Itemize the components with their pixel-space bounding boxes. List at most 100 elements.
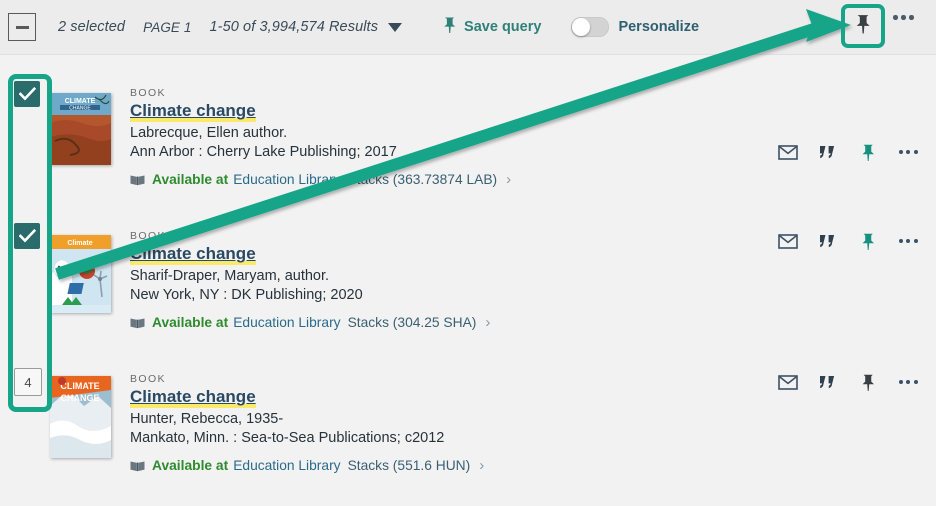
- page-label: PAGE 1: [143, 19, 192, 35]
- result-publication: Mankato, Minn. : Sea-to-Sea Publications…: [130, 430, 445, 446]
- result-info: BOOK Climate change Sharif-Draper, Marya…: [130, 230, 490, 331]
- result-publication: New York, NY : DK Publishing; 2020: [130, 287, 363, 303]
- email-button[interactable]: [768, 226, 808, 256]
- chevron-right-icon[interactable]: ›: [485, 314, 490, 331]
- svg-text:CLIMATE: CLIMATE: [60, 381, 99, 391]
- availability-status: Available at: [152, 172, 229, 187]
- citation-icon: [820, 234, 835, 247]
- chevron-down-icon[interactable]: [388, 22, 403, 32]
- result-author: Hunter, Rebecca, 1935-: [130, 411, 284, 427]
- pin-icon: [442, 16, 458, 39]
- citation-icon: [820, 145, 835, 158]
- shelf-location: Stacks (363.73874 LAB): [347, 172, 498, 187]
- save-query-button[interactable]: Save query: [442, 16, 541, 39]
- results-count-label: 1-50 of 3,994,574 Results: [209, 19, 379, 35]
- open-book-icon: [130, 460, 145, 472]
- result-author: Sharif-Draper, Maryam, author.: [130, 268, 330, 284]
- personalize-toggle[interactable]: Personalize: [571, 17, 699, 37]
- shelf-location: Stacks (304.25 SHA): [347, 315, 477, 330]
- shelf-location: Stacks (551.6 HUN): [347, 458, 471, 473]
- citation-button[interactable]: [808, 137, 848, 167]
- result-checkbox-wrapper: [14, 223, 44, 253]
- minus-square-icon[interactable]: [8, 13, 36, 41]
- checkmark-icon: [18, 229, 36, 243]
- ellipsis-icon: [898, 380, 918, 384]
- result-checkbox-unchecked[interactable]: 4: [14, 368, 42, 396]
- availability-status: Available at: [152, 458, 229, 473]
- result-publication: Ann Arbor : Cherry Lake Publishing; 2017: [130, 144, 397, 160]
- checkmark-icon: [18, 87, 36, 101]
- ellipsis-icon: [898, 150, 918, 154]
- book-cover-thumbnail[interactable]: CLIMATE CHANGE: [50, 376, 111, 458]
- result-checkbox-wrapper: [14, 81, 44, 111]
- email-icon: [778, 233, 798, 249]
- pin-icon: [862, 144, 874, 161]
- availability-status: Available at: [152, 315, 229, 330]
- result-info: BOOK Climate change Labrecque, Ellen aut…: [130, 87, 511, 188]
- result-type-label: BOOK: [130, 373, 166, 385]
- email-icon: [778, 374, 798, 390]
- result-checkbox-wrapper: 4: [14, 368, 44, 398]
- result-row: 4 CLIMATE CHANGE BOOK Climate change Hun…: [0, 341, 936, 506]
- pin-button[interactable]: [848, 367, 888, 397]
- minus-glyph: [15, 25, 29, 29]
- svg-text:CLIMATE: CLIMATE: [65, 98, 96, 105]
- result-row: CLIMATE CHANGE BOOK Climate change Labre…: [0, 55, 936, 201]
- availability-line: Available at Education Library Stacks (3…: [130, 314, 490, 331]
- chevron-right-icon[interactable]: ›: [479, 457, 484, 474]
- book-cover-thumbnail[interactable]: CLIMATE CHANGE: [50, 93, 111, 165]
- pin-button[interactable]: [848, 137, 888, 167]
- save-query-label: Save query: [464, 19, 542, 35]
- toggle-knob: [572, 18, 591, 36]
- selected-count-label: 2 selected: [58, 19, 126, 35]
- result-info: BOOK Climate change Hunter, Rebecca, 193…: [130, 373, 484, 474]
- result-title-link[interactable]: Climate change: [130, 101, 256, 122]
- email-button[interactable]: [768, 367, 808, 397]
- svg-text:CHANGE: CHANGE: [69, 106, 91, 112]
- result-more-button[interactable]: [888, 226, 928, 256]
- cover-art: CLIMATE CHANGE: [50, 376, 111, 458]
- search-results-page: 2 selected PAGE 1 1-50 of 3,994,574 Resu…: [0, 0, 936, 506]
- chevron-right-icon[interactable]: ›: [506, 171, 511, 188]
- result-actions: [768, 367, 928, 397]
- citation-button[interactable]: [808, 226, 848, 256]
- citation-button[interactable]: [808, 367, 848, 397]
- result-actions: [768, 137, 928, 167]
- ellipsis-icon: [893, 15, 914, 20]
- availability-line: Available at Education Library Stacks (3…: [130, 171, 511, 188]
- cover-art: CLIMATE CHANGE: [50, 93, 111, 165]
- open-book-icon: [130, 317, 145, 329]
- result-checkbox-checked[interactable]: [14, 223, 40, 249]
- email-icon: [778, 144, 798, 160]
- pin-icon: [854, 13, 873, 40]
- pin-icon: [862, 374, 874, 391]
- email-button[interactable]: [768, 137, 808, 167]
- pin-all-button[interactable]: [843, 6, 883, 46]
- result-actions: [768, 226, 928, 256]
- svg-text:Climate: Climate: [67, 240, 92, 247]
- result-author: Labrecque, Ellen author.: [130, 125, 288, 141]
- toggle-track[interactable]: [571, 17, 610, 37]
- availability-line: Available at Education Library Stacks (5…: [130, 457, 484, 474]
- result-checkbox-checked[interactable]: [14, 81, 40, 107]
- open-book-icon: [130, 174, 145, 186]
- pin-button[interactable]: [848, 226, 888, 256]
- library-name: Education Library: [233, 315, 341, 330]
- result-title-link[interactable]: Climate change: [130, 387, 256, 408]
- result-type-label: BOOK: [130, 230, 166, 242]
- library-name: Education Library: [233, 172, 341, 187]
- result-more-button[interactable]: [888, 137, 928, 167]
- result-type-label: BOOK: [130, 87, 166, 99]
- result-more-button[interactable]: [888, 367, 928, 397]
- svg-text:CHANGE: CHANGE: [60, 393, 99, 403]
- library-name: Education Library: [233, 458, 341, 473]
- personalize-label: Personalize: [618, 19, 700, 35]
- citation-icon: [820, 375, 835, 388]
- book-cover-thumbnail[interactable]: Climate: [50, 235, 111, 313]
- pin-icon: [862, 233, 874, 250]
- ellipsis-icon: [898, 239, 918, 243]
- result-title-link[interactable]: Climate change: [130, 244, 256, 265]
- cover-art: Climate: [50, 235, 111, 313]
- result-row: Climate BOOK Climate change Sharif-Drape…: [0, 200, 936, 342]
- toolbar-more-button[interactable]: [893, 15, 914, 20]
